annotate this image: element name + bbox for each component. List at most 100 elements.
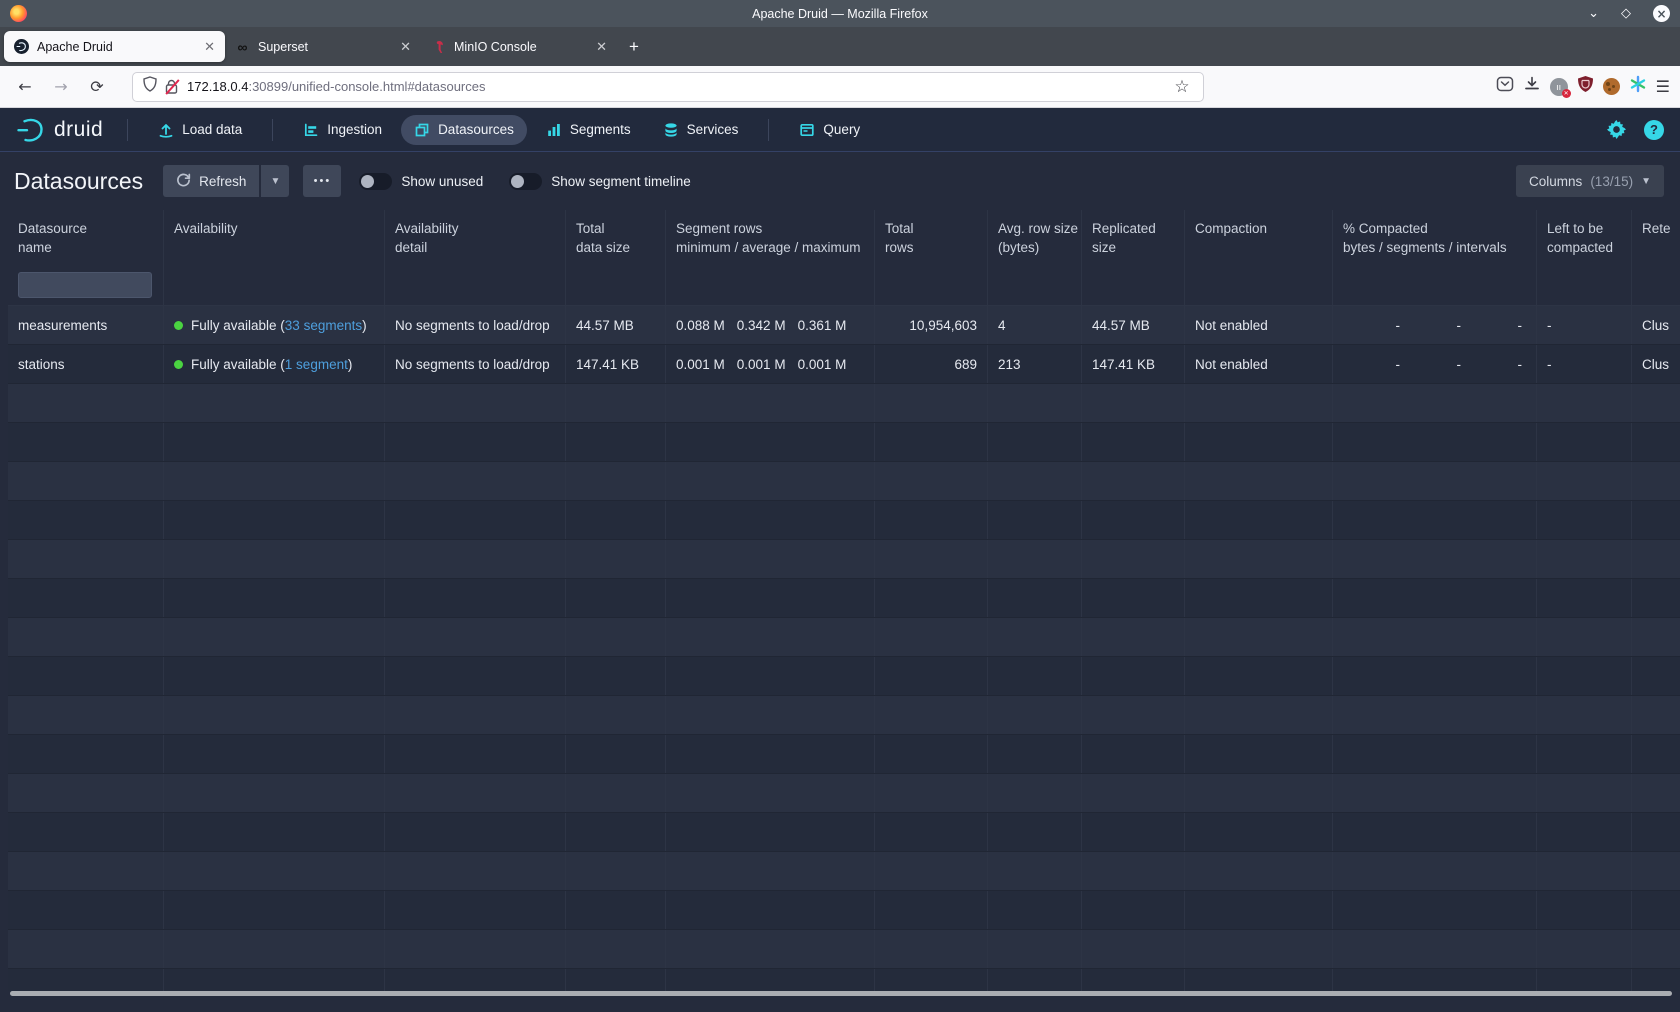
tab-minio-console[interactable]: MinIO Console ✕ [421, 31, 617, 62]
show-segment-timeline-toggle[interactable] [509, 173, 542, 190]
column-header-datasource-name[interactable]: Datasourcename [8, 210, 164, 264]
services-icon [663, 122, 679, 138]
empty-cell [385, 852, 566, 890]
superset-favicon-icon: ∞ [235, 39, 250, 54]
empty-cell [164, 423, 385, 461]
empty-cell [385, 969, 566, 991]
column-header-compaction[interactable]: Compaction [1185, 210, 1333, 264]
url-bar[interactable]: 172.18.0.4:30899/unified-console.html#da… [132, 72, 1204, 102]
url-host: 172.18.0.4 [187, 79, 248, 94]
empty-cell [875, 540, 988, 578]
empty-cell [1185, 696, 1333, 734]
cell-total-data-size: 147.41 KB [566, 345, 666, 383]
column-header-total-rows[interactable]: Totalrows [875, 210, 988, 264]
ublock-origin-icon[interactable] [1577, 75, 1594, 98]
columns-button[interactable]: Columns (13/15) ▼ [1516, 165, 1664, 197]
cell-retention: Clus [1632, 306, 1680, 344]
empty-table-row [8, 891, 1680, 930]
empty-cell [164, 501, 385, 539]
column-header-replicated-size[interactable]: Replicatedsize [1082, 210, 1185, 264]
empty-cell [164, 813, 385, 851]
pocket-icon[interactable] [1496, 75, 1514, 98]
empty-cell [164, 852, 385, 890]
column-header-left-to-be-compacted[interactable]: Left to becompacted [1537, 210, 1632, 264]
empty-cell [1333, 423, 1537, 461]
toggle-knob [361, 175, 374, 188]
cell-replicated-size: 44.57 MB [1082, 306, 1185, 344]
empty-cell [1333, 969, 1537, 991]
tab-apache-druid[interactable]: Apache Druid ✕ [4, 31, 225, 62]
download-icon[interactable] [1523, 75, 1541, 98]
minimize-icon[interactable]: ⌄ [1588, 7, 1599, 20]
empty-cell [385, 540, 566, 578]
close-icon[interactable]: × [1653, 5, 1670, 22]
cell-datasource-name[interactable]: stations [8, 345, 164, 383]
empty-cell [8, 540, 164, 578]
empty-table-row [8, 657, 1680, 696]
shield-icon[interactable] [143, 76, 157, 97]
tab-close-icon[interactable]: ✕ [400, 39, 411, 55]
druid-logo[interactable]: druid [16, 115, 103, 145]
horizontal-scrollbar[interactable] [10, 991, 1672, 996]
datasource-name-filter-input[interactable] [18, 272, 152, 298]
empty-cell [875, 891, 988, 929]
empty-cell [1632, 384, 1680, 422]
refresh-dropdown-button[interactable]: ▼ [261, 165, 289, 197]
column-header-retention[interactable]: Rete [1632, 210, 1680, 264]
nav-item-ingestion[interactable]: Ingestion [290, 115, 395, 145]
column-header-availability[interactable]: Availability [164, 210, 385, 264]
segments-link[interactable]: 33 segments [285, 318, 362, 333]
refresh-button[interactable]: Refresh [163, 165, 259, 197]
new-tab-button[interactable]: + [617, 37, 651, 57]
empty-cell [988, 891, 1082, 929]
empty-cell [875, 852, 988, 890]
nav-item-services[interactable]: Services [650, 115, 752, 145]
empty-cell [988, 774, 1082, 812]
column-header-pct-compacted[interactable]: % Compactedbytes / segments / intervals [1333, 210, 1537, 264]
privacy-extension-icon[interactable]: ıı✕ [1550, 78, 1568, 96]
cell-replicated-size: 147.41 KB [1082, 345, 1185, 383]
nav-item-load-data[interactable]: Load data [145, 115, 255, 145]
empty-cell [1537, 501, 1632, 539]
table-filter-row [8, 264, 1680, 306]
forward-icon[interactable]: → [46, 72, 76, 102]
column-header-avg-row-size[interactable]: Avg. row size(bytes) [988, 210, 1082, 264]
help-icon[interactable]: ? [1644, 120, 1664, 140]
empty-cell [1333, 813, 1537, 851]
nav-item-datasources[interactable]: Datasources [401, 115, 527, 145]
empty-cell [666, 813, 875, 851]
settings-gear-icon[interactable] [1607, 120, 1626, 139]
tab-superset[interactable]: ∞ Superset ✕ [225, 31, 421, 62]
empty-cell [385, 891, 566, 929]
tab-close-icon[interactable]: ✕ [204, 39, 215, 55]
tab-close-icon[interactable]: ✕ [596, 39, 607, 55]
cell-datasource-name[interactable]: measurements [8, 306, 164, 344]
empty-table-row [8, 813, 1680, 852]
nav-divider [768, 119, 769, 141]
druid-logo-icon [16, 115, 46, 145]
cell-total-rows: 689 [875, 345, 988, 383]
column-header-total-data-size[interactable]: Totaldata size [566, 210, 666, 264]
back-icon[interactable]: ← [10, 72, 40, 102]
empty-cell [666, 852, 875, 890]
insecure-lock-icon[interactable] [165, 79, 179, 95]
empty-cell [666, 969, 875, 991]
empty-cell [666, 618, 875, 656]
menu-icon[interactable]: ☰ [1656, 77, 1670, 96]
cookie-extension-icon[interactable] [1603, 78, 1620, 95]
reload-icon[interactable]: ⟳ [82, 72, 112, 102]
nav-item-segments[interactable]: Segments [533, 115, 644, 145]
nav-item-query[interactable]: Query [786, 115, 873, 145]
show-segment-timeline-label: Show segment timeline [551, 174, 691, 189]
asterisk-extension-icon[interactable] [1629, 75, 1647, 98]
maximize-icon[interactable]: ◇ [1621, 7, 1631, 20]
segments-link[interactable]: 1 segment [285, 357, 348, 372]
column-header-availability-detail[interactable]: Availabilitydetail [385, 210, 566, 264]
empty-table-row [8, 423, 1680, 462]
more-options-button[interactable]: ••• [303, 165, 341, 197]
show-unused-toggle[interactable] [359, 173, 392, 190]
column-header-segment-rows[interactable]: Segment rowsminimum / average / maximum [666, 210, 875, 264]
url-text[interactable]: 172.18.0.4:30899/unified-console.html#da… [187, 79, 1163, 94]
empty-cell [1185, 657, 1333, 695]
bookmark-star-icon[interactable]: ☆ [1171, 76, 1193, 98]
